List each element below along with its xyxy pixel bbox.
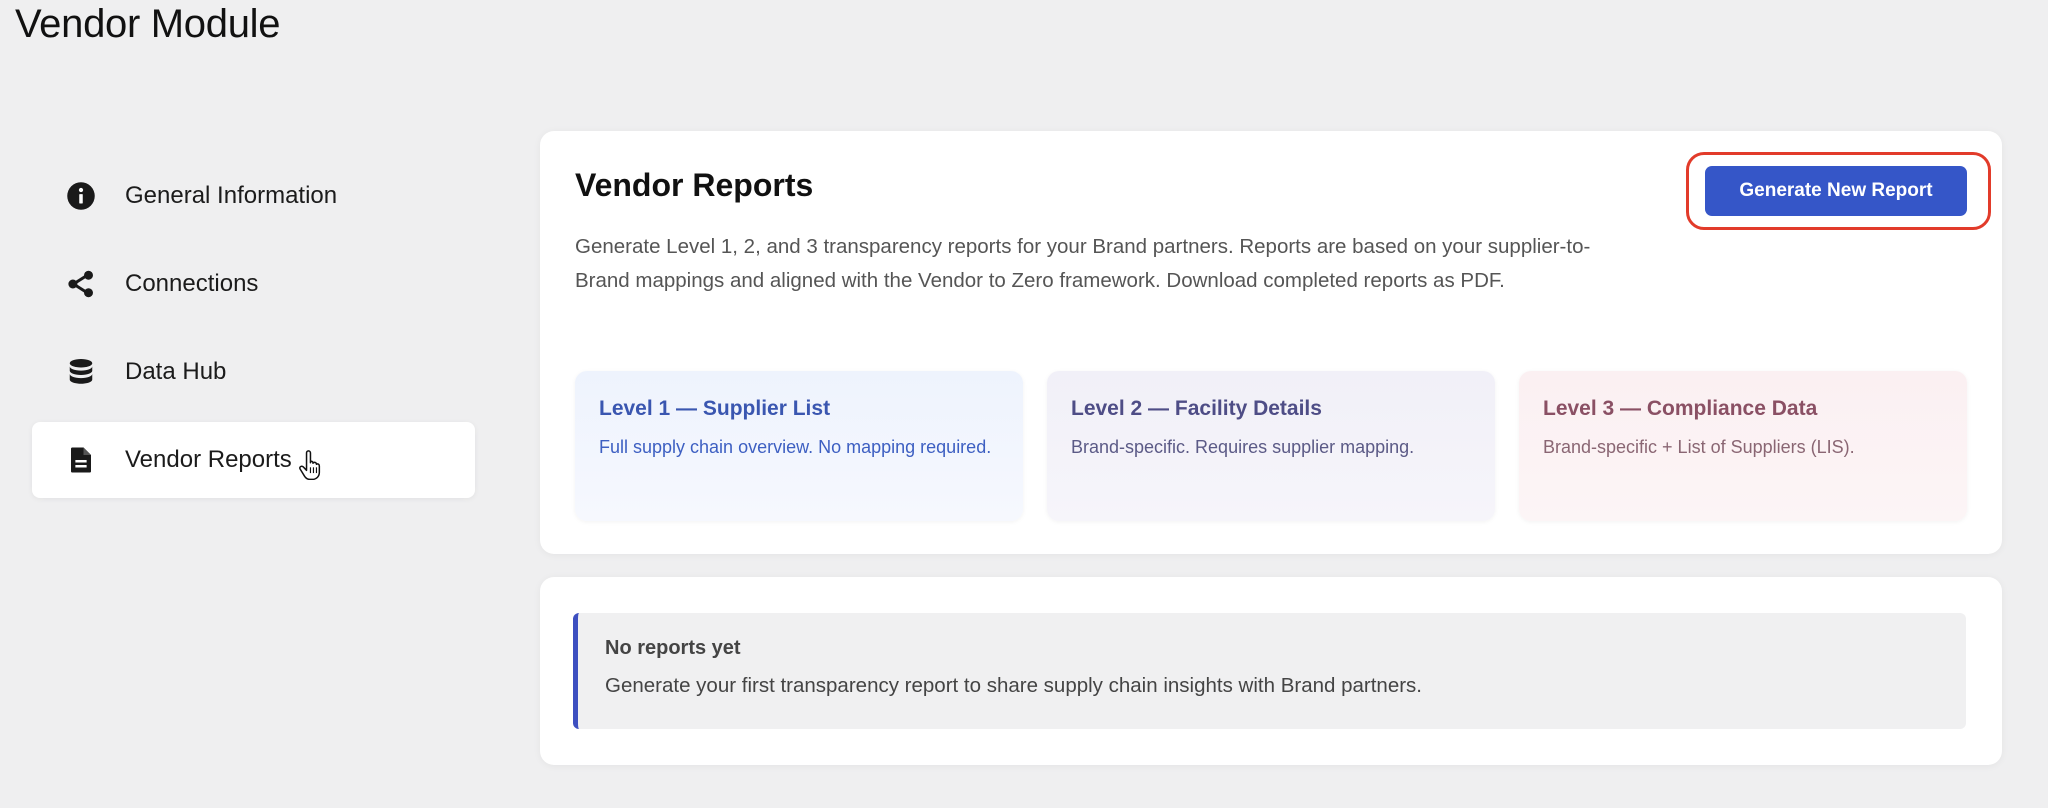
- report-levels: Level 1 — Supplier List Full supply chai…: [575, 371, 1967, 521]
- level-description: Brand-specific + List of Suppliers (LIS)…: [1543, 437, 1855, 457]
- hand-pointer-icon: [298, 449, 322, 485]
- reports-description: Generate Level 1, 2, and 3 transparency …: [575, 235, 1591, 292]
- vendor-reports-card: Vendor Reports Generate Level 1, 2, and …: [540, 131, 2002, 554]
- sidebar-item-connections[interactable]: Connections: [32, 246, 475, 322]
- sidebar-item-label: Connections: [125, 270, 259, 297]
- sidebar: General Information Connections Data Hub…: [32, 158, 475, 510]
- level-card-2: Level 2 — Facility Details Brand-specifi…: [1047, 371, 1495, 521]
- level-title: Level 3 — Compliance Data: [1543, 397, 1818, 420]
- share-icon: [66, 269, 96, 299]
- sidebar-item-general-information[interactable]: General Information: [32, 158, 475, 234]
- level-description: Full supply chain overview. No mapping r…: [599, 437, 992, 457]
- level-description: Brand-specific. Requires supplier mappin…: [1071, 437, 1415, 457]
- empty-state-title: No reports yet: [605, 637, 741, 659]
- page-title: Vendor Reports: [575, 167, 814, 203]
- sidebar-item-label: Data Hub: [125, 358, 227, 385]
- document-icon: [66, 445, 96, 475]
- sidebar-item-data-hub[interactable]: Data Hub: [32, 334, 475, 410]
- level-title: Level 1 — Supplier List: [599, 397, 831, 420]
- empty-state-description: Generate your first transparency report …: [605, 674, 1422, 697]
- info-circle-icon: [66, 181, 96, 211]
- reports-list-card: No reports yet Generate your first trans…: [540, 577, 2002, 765]
- generate-new-report-button[interactable]: Generate New Report: [1705, 166, 1967, 216]
- sidebar-item-vendor-reports[interactable]: Vendor Reports: [32, 422, 475, 498]
- level-card-1: Level 1 — Supplier List Full supply chai…: [575, 371, 1023, 521]
- sidebar-item-label: General Information: [125, 182, 338, 209]
- app-title: Vendor Module: [15, 2, 281, 46]
- level-card-3: Level 3 — Compliance Data Brand-specific…: [1519, 371, 1967, 521]
- level-title: Level 2 — Facility Details: [1071, 397, 1322, 420]
- empty-state: No reports yet Generate your first trans…: [573, 613, 1966, 729]
- sidebar-item-label: Vendor Reports: [125, 446, 292, 473]
- database-icon: [66, 357, 96, 387]
- page: Vendor Module General Information Connec…: [0, 0, 2048, 808]
